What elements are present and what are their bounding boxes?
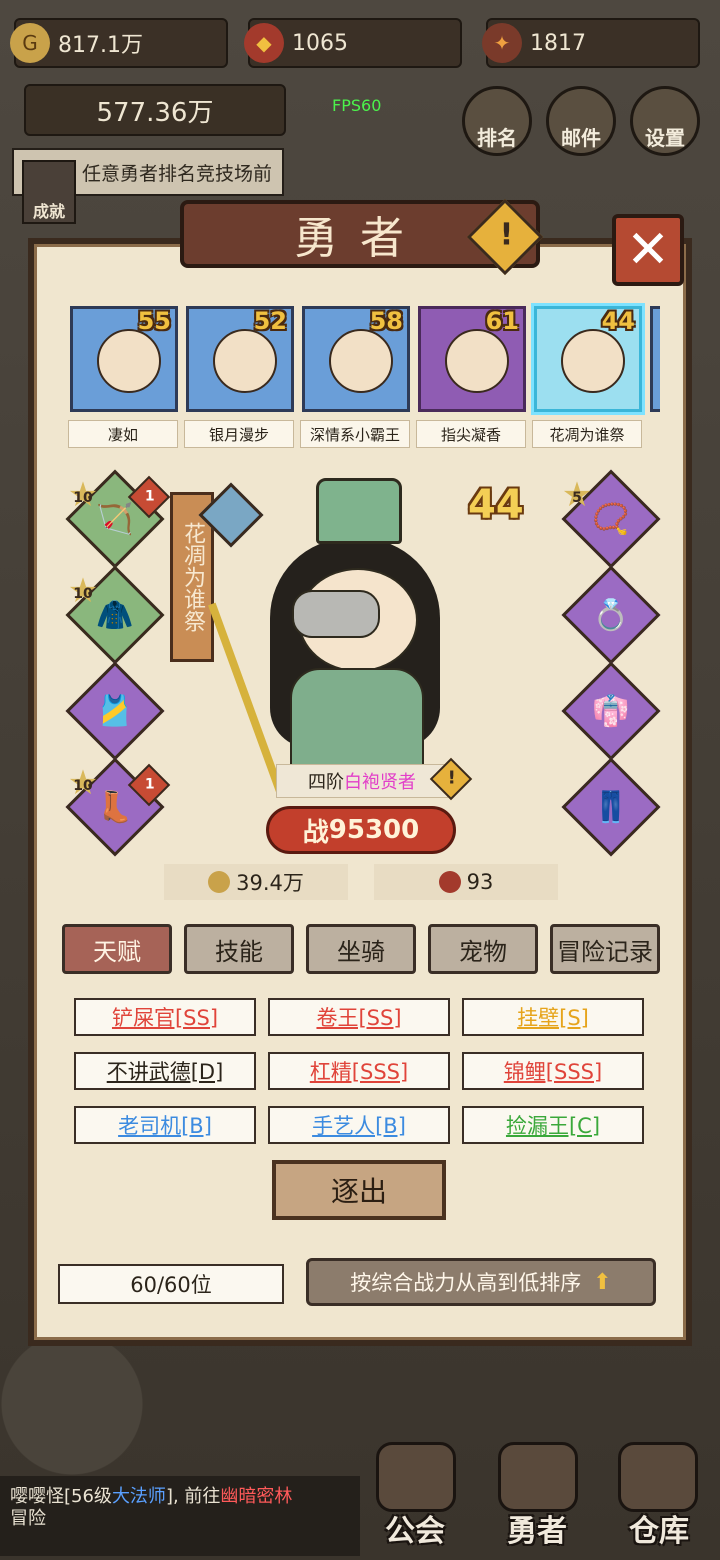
- eyepatch: [292, 590, 380, 638]
- rank-button[interactable]: 排名: [462, 86, 532, 156]
- pants-icon: 👖: [592, 789, 630, 825]
- hero-name: 凄如: [68, 420, 178, 448]
- star-badge: ★ 5: [561, 475, 593, 515]
- orb-resource: ✦ 1817: [482, 18, 700, 68]
- tab-adventure-log[interactable]: 冒险记录: [550, 924, 660, 974]
- talent-item[interactable]: 老司机[B]: [74, 1106, 256, 1144]
- class-name: 白袍贤者: [344, 772, 416, 793]
- star-badge: ★ 10: [67, 571, 99, 611]
- orb-icon: ✦: [482, 23, 522, 63]
- achievement-label: 成就: [32, 202, 65, 221]
- hero-level: 61: [485, 307, 519, 335]
- settings-label: 设置: [645, 126, 685, 150]
- chat-box[interactable]: 嘤嘤怪[56级大法师], 前往幽暗密林 冒险: [0, 1476, 360, 1556]
- class-tier: 四阶: [308, 772, 344, 793]
- hero-card[interactable]: 58: [302, 306, 410, 412]
- star-badge: ★ 10: [67, 475, 99, 515]
- fps-counter: FPS60: [332, 96, 382, 115]
- star-badge: ★ 10: [67, 763, 99, 803]
- talent-item[interactable]: 杠精[SSS]: [268, 1052, 450, 1090]
- hero-avatar: [329, 329, 393, 393]
- close-button[interactable]: ✕: [612, 214, 684, 286]
- hero-avatar: [561, 329, 625, 393]
- hero-avatar: [213, 329, 277, 393]
- hero-avatar: [445, 329, 509, 393]
- hero-slot-count: 60/60位: [58, 1264, 284, 1304]
- shield-gem-icon: ◆: [244, 23, 284, 63]
- nav-heroes[interactable]: 勇者: [482, 1500, 592, 1556]
- hero-class: 四阶 白袍贤者: [276, 764, 448, 798]
- bracer-icon: 💍: [592, 597, 630, 633]
- nav-guild[interactable]: 公会: [360, 1500, 470, 1556]
- hero-level: 44: [601, 307, 635, 335]
- close-icon: ✕: [626, 220, 670, 280]
- hero-gold-stat: 39.4万: [164, 864, 348, 900]
- nav-warehouse[interactable]: 仓库: [604, 1500, 714, 1556]
- shield-gem-icon: [438, 871, 461, 893]
- coin-icon: G: [10, 23, 50, 63]
- hero-name: 指尖凝香: [416, 420, 526, 448]
- coin-icon: [208, 871, 231, 893]
- talent-item[interactable]: 锦鲤[SSS]: [462, 1052, 644, 1090]
- hero-badge-stat: 93: [374, 864, 558, 900]
- gem-resource: ◆ 1065: [244, 18, 462, 68]
- hero-level: 55: [137, 307, 171, 335]
- chat-line: 嘤嘤怪[56级大法师], 前往幽暗密林: [10, 1486, 293, 1507]
- orb-value: 1817: [530, 30, 586, 56]
- hero-card[interactable]: 52: [186, 306, 294, 412]
- talent-item[interactable]: 挂壁[S]: [462, 998, 644, 1036]
- armor-icon: 🎽: [96, 693, 134, 729]
- arrow-up-icon: ⬆: [593, 1269, 612, 1295]
- talent-item[interactable]: 卷王[SS]: [268, 998, 450, 1036]
- hero-name: 深情系小霸王: [300, 420, 410, 448]
- hero-portrait: [208, 478, 460, 794]
- gold-total: 577.36万: [24, 84, 286, 136]
- power-label: 战: [302, 817, 329, 848]
- sort-label: 按综合战力从高到低排序: [350, 1271, 582, 1295]
- shirt-icon: 👘: [592, 693, 630, 729]
- talent-item[interactable]: 手艺人[B]: [268, 1106, 450, 1144]
- hero-avatar: [97, 329, 161, 393]
- rank-label: 排名: [477, 126, 517, 150]
- gold-value: 817.1万: [58, 33, 143, 58]
- tab-talent[interactable]: 天赋: [62, 924, 172, 974]
- tab-pet[interactable]: 宠物: [428, 924, 538, 974]
- hero-level: 52: [253, 307, 287, 335]
- combat-power: 战 95300: [266, 806, 456, 854]
- mail-label: 邮件: [561, 126, 601, 150]
- gem-value: 1065: [292, 30, 348, 56]
- expel-button[interactable]: 逐出: [272, 1160, 446, 1220]
- hero-name: 银月漫步: [184, 420, 294, 448]
- hero-name: 花凋为谁祭: [532, 420, 642, 448]
- hero-card[interactable]: 55: [70, 306, 178, 412]
- hero-badge-value: 93: [466, 870, 494, 894]
- gold-resource: G 817.1万: [10, 18, 228, 68]
- tab-skill[interactable]: 技能: [184, 924, 294, 974]
- hero-card[interactable]: 61: [418, 306, 526, 412]
- crown-icon: [316, 478, 402, 544]
- talent-item[interactable]: 捡漏王[C]: [462, 1106, 644, 1144]
- gold-total-value: 577.36万: [96, 97, 214, 128]
- tab-mount[interactable]: 坐骑: [306, 924, 416, 974]
- quest-text: 任意勇者排名竞技场前: [82, 162, 273, 185]
- chat-line: 冒险: [10, 1508, 46, 1529]
- talent-item[interactable]: 铲屎官[SS]: [74, 998, 256, 1036]
- talent-item[interactable]: 不讲武德[D]: [74, 1052, 256, 1090]
- achievement-button[interactable]: 成就: [22, 160, 76, 224]
- mail-button[interactable]: 邮件: [546, 86, 616, 156]
- hero-card-selected[interactable]: 44: [534, 306, 642, 412]
- hero-card-partial[interactable]: [650, 306, 660, 412]
- hero-level-big: 44: [468, 482, 524, 528]
- settings-button[interactable]: 设置: [630, 86, 700, 156]
- sort-button[interactable]: 按综合战力从高到低排序 ⬆: [306, 1258, 656, 1306]
- hero-gold-value: 39.4万: [236, 871, 304, 895]
- hero-level: 58: [369, 307, 403, 335]
- power-value: 95300: [328, 815, 420, 845]
